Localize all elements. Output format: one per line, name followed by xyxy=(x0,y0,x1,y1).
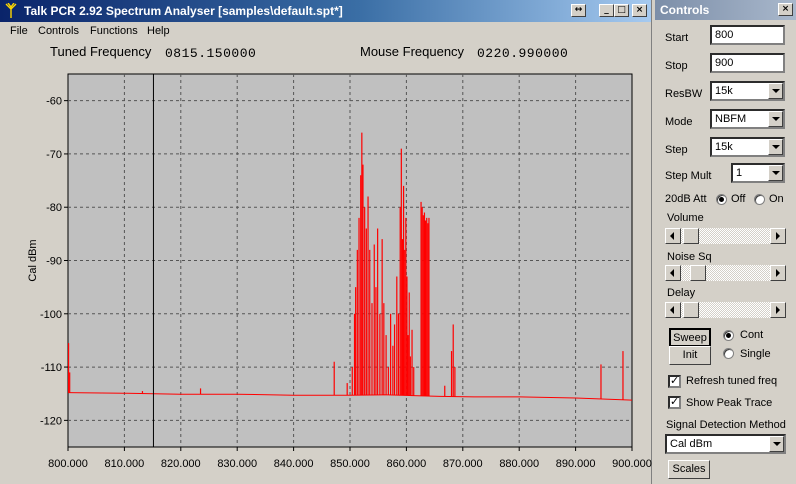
cont-radio[interactable] xyxy=(723,330,734,341)
mouse-frequency-label: Mouse Frequency xyxy=(360,44,465,59)
restore-arrows-button[interactable]: ↔ xyxy=(571,4,586,17)
tuned-frequency-label: Tuned Frequency xyxy=(50,44,152,59)
y-tick-label: -60 xyxy=(46,96,62,108)
show-peak-label: Show Peak Trace xyxy=(686,397,773,409)
resbw-value: 15k xyxy=(715,85,733,97)
att-off-label: Off xyxy=(731,193,746,205)
noise-sq-slider[interactable] xyxy=(665,265,786,281)
y-tick-label: -70 xyxy=(46,149,62,161)
y-tick-label: -100 xyxy=(40,309,62,321)
signal-method-label: Signal Detection Method xyxy=(666,419,786,431)
title-bar[interactable]: Talk PCR 2.92 Spectrum Analyser [samples… xyxy=(0,0,651,22)
x-tick-label: 830.000 xyxy=(217,458,257,470)
scroll-right-icon[interactable] xyxy=(770,228,786,244)
chevron-down-icon[interactable] xyxy=(768,139,783,155)
single-radio[interactable] xyxy=(723,348,734,359)
start-input[interactable]: 800 xyxy=(710,25,785,45)
y-tick-label: -80 xyxy=(46,202,62,214)
window-title: Talk PCR 2.92 Spectrum Analyser [samples… xyxy=(24,4,343,18)
resbw-label: ResBW xyxy=(665,88,703,100)
delay-thumb[interactable] xyxy=(683,302,699,318)
refresh-tuned-label: Refresh tuned freq xyxy=(686,375,778,387)
delay-slider[interactable] xyxy=(665,302,786,318)
step-value: 15k xyxy=(715,141,733,153)
x-tick-label: 840.000 xyxy=(274,458,314,470)
start-label: Start xyxy=(665,32,689,44)
show-peak-checkbox[interactable] xyxy=(668,395,681,409)
step-select[interactable]: 15k xyxy=(710,137,785,157)
att-on-radio[interactable] xyxy=(754,194,765,205)
volume-slider[interactable] xyxy=(665,228,786,244)
mode-select[interactable]: NBFM xyxy=(710,109,785,129)
x-tick-label: 800.000 xyxy=(48,458,88,470)
chevron-down-icon[interactable] xyxy=(768,83,783,99)
cont-label: Cont xyxy=(740,329,764,341)
signal-method-value: Cal dBm xyxy=(670,438,713,450)
scroll-left-icon[interactable] xyxy=(665,265,681,281)
x-tick-label: 890.000 xyxy=(556,458,596,470)
chevron-down-icon[interactable] xyxy=(769,436,784,452)
x-tick-label: 810.000 xyxy=(105,458,145,470)
signal-method-select[interactable]: Cal dBm xyxy=(665,434,786,454)
spectrum-plot[interactable]: 800.000 810.000 820.000 830.000 840.000 850.0… xyxy=(0,62,652,484)
y-tick-label: -110 xyxy=(41,362,62,374)
step-label: Step xyxy=(665,144,688,156)
x-tick-label: 880.000 xyxy=(499,458,539,470)
mouse-frequency-value: 0220.990000 xyxy=(477,46,569,61)
menu-controls[interactable]: Controls xyxy=(38,25,79,37)
menu-help[interactable]: Help xyxy=(147,25,170,37)
mode-label: Mode xyxy=(665,116,693,128)
controls-title: Controls xyxy=(660,3,710,17)
noise-sq-label: Noise Sq xyxy=(667,251,712,263)
x-tick-label: 870.000 xyxy=(443,458,483,470)
scroll-left-icon[interactable] xyxy=(665,228,681,244)
scales-button[interactable]: Scales xyxy=(668,460,710,479)
chevron-down-icon[interactable] xyxy=(768,111,783,127)
volume-thumb[interactable] xyxy=(683,228,699,244)
x-tick-label: 860.000 xyxy=(387,458,427,470)
x-tick-label: 820.000 xyxy=(161,458,201,470)
att-label: 20dB Att xyxy=(665,193,707,205)
y-tick-label: -90 xyxy=(46,256,62,268)
controls-window: Controls × Start 800 Stop 900 ResBW 15k … xyxy=(655,0,796,484)
menu-bar: File Controls Functions Help xyxy=(0,22,651,41)
init-button[interactable]: Init xyxy=(669,346,711,365)
minimize-button[interactable]: _ xyxy=(599,4,614,17)
controls-close-button[interactable]: × xyxy=(778,3,793,16)
step-mult-label: Step Mult xyxy=(665,170,712,182)
tuned-frequency-value: 0815.150000 xyxy=(165,46,257,61)
antenna-icon xyxy=(5,3,17,18)
x-tick-label: 900.000 xyxy=(612,458,652,470)
stop-input[interactable]: 900 xyxy=(710,53,785,73)
att-off-radio[interactable] xyxy=(716,194,727,205)
volume-label: Volume xyxy=(667,212,704,224)
y-tick-label: -120 xyxy=(40,415,62,427)
refresh-tuned-checkbox[interactable] xyxy=(668,374,681,388)
scroll-right-icon[interactable] xyxy=(770,302,786,318)
controls-title-bar[interactable]: Controls × xyxy=(655,0,796,20)
mode-value: NBFM xyxy=(715,113,747,125)
close-button[interactable]: × xyxy=(632,4,647,17)
maximize-button[interactable]: □ xyxy=(614,4,629,17)
stop-label: Stop xyxy=(665,60,688,72)
step-mult-value: 1 xyxy=(736,167,743,179)
menu-file[interactable]: File xyxy=(10,25,28,37)
menu-functions[interactable]: Functions xyxy=(90,25,138,37)
x-tick-label: 850.000 xyxy=(330,458,370,470)
resbw-select[interactable]: 15k xyxy=(710,81,785,101)
step-mult-select[interactable]: 1 xyxy=(731,163,785,183)
delay-label: Delay xyxy=(667,287,696,299)
y-axis-label: Cal dBm xyxy=(27,239,39,281)
chevron-down-icon[interactable] xyxy=(768,165,783,181)
sweep-button[interactable]: Sweep xyxy=(669,328,711,347)
spectrum-analyser-window: Talk PCR 2.92 Spectrum Analyser [samples… xyxy=(0,0,652,484)
scroll-left-icon[interactable] xyxy=(665,302,681,318)
scroll-right-icon[interactable] xyxy=(770,265,786,281)
single-label: Single xyxy=(740,348,771,360)
att-on-label: On xyxy=(769,193,784,205)
noise-sq-thumb[interactable] xyxy=(690,265,706,281)
